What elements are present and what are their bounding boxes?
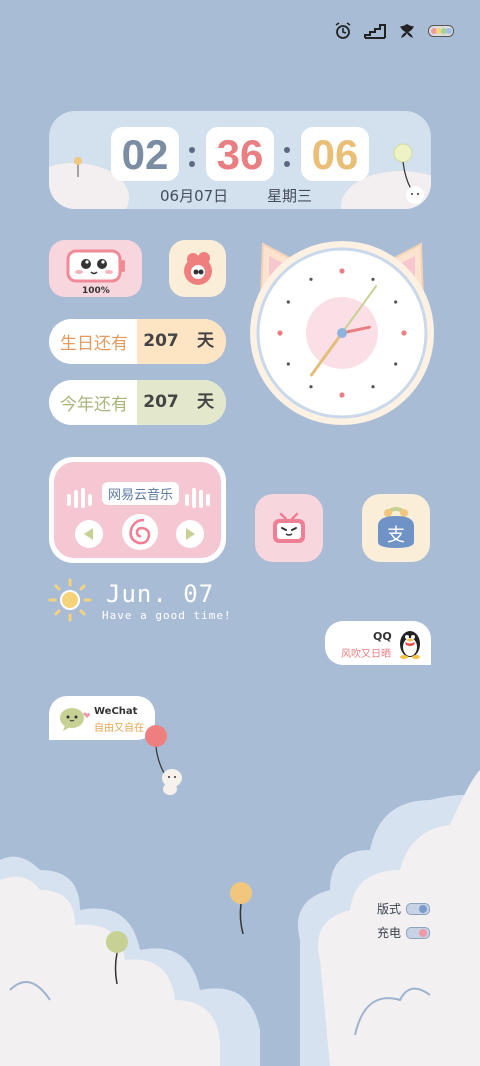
netease-logo-icon[interactable] xyxy=(120,512,160,552)
clock-tick xyxy=(277,330,283,336)
year-countdown-widget[interactable]: 今年还有 207 天 xyxy=(49,380,226,425)
weibo-app-icon[interactable] xyxy=(169,240,226,297)
leaf-icon xyxy=(400,24,414,38)
clock-tick xyxy=(309,385,313,389)
clock-minutes: 36 xyxy=(206,127,274,181)
orange-balloon-decoration xyxy=(230,882,252,935)
next-icon[interactable] xyxy=(175,519,205,549)
previous-icon[interactable] xyxy=(74,519,104,549)
green-balloon-decoration xyxy=(106,931,128,985)
clock-tick xyxy=(394,362,398,366)
clock-tick xyxy=(371,277,375,281)
cat-balloon-icon xyxy=(393,143,424,204)
qq-title: QQ xyxy=(373,630,392,643)
layout-toggle[interactable] xyxy=(406,903,430,915)
battery-percent: 100% xyxy=(82,286,110,296)
countdown-unit: 天 xyxy=(185,319,226,364)
countdown-label: 今年还有 xyxy=(60,395,128,415)
clock-tick xyxy=(286,362,290,366)
colon-dot xyxy=(284,147,290,153)
greeting-date: Jun. 07 xyxy=(106,580,215,608)
music-title: 网易云音乐 xyxy=(102,482,180,505)
clock-seconds: 06 xyxy=(301,127,369,181)
countdown-value: 207 xyxy=(137,319,185,364)
qq-widget[interactable]: QQ 风吹又日晒 xyxy=(325,621,431,665)
battery-widget[interactable]: 100% xyxy=(49,240,142,297)
music-panel: 网易云音乐 xyxy=(54,462,221,558)
countdown-label: 生日还有 xyxy=(60,334,128,354)
charging-toggle[interactable] xyxy=(406,927,430,939)
netease-music-widget[interactable]: 网易云音乐 xyxy=(49,457,226,563)
wechat-bubble-icon xyxy=(60,708,90,731)
birthday-countdown-widget[interactable]: 生日还有 207 天 xyxy=(49,319,226,364)
status-bar xyxy=(334,22,454,40)
alipay-purse-icon: 支 xyxy=(378,507,414,548)
clock-tick xyxy=(339,392,345,398)
clock-tick xyxy=(286,300,290,304)
clock-tick xyxy=(401,330,407,336)
equalizer-left-icon xyxy=(67,488,92,508)
clock-tick xyxy=(309,277,313,281)
battery-icon xyxy=(428,25,454,37)
svg-text:支: 支 xyxy=(387,525,405,546)
signal-stairs-icon xyxy=(364,24,386,39)
qq-subtitle: 风吹又日晒 xyxy=(341,649,391,660)
colon-dot xyxy=(189,161,195,167)
sun-icon xyxy=(48,578,92,622)
wechat-subtitle: 自由又自在 xyxy=(94,723,144,734)
colon-dot xyxy=(189,147,195,153)
bilibili-app-icon[interactable] xyxy=(255,494,323,562)
cat-balloon-decoration xyxy=(145,725,182,795)
qq-penguin-icon xyxy=(400,631,420,659)
wechat-widget[interactable]: WeChat 自由又自在 xyxy=(49,696,155,740)
bilibili-tv-icon xyxy=(273,512,305,543)
clock-date: 06月07日 xyxy=(160,187,229,205)
clock-tick xyxy=(371,385,375,389)
countdown-value: 207 xyxy=(137,380,185,425)
equalizer-right-icon xyxy=(185,488,210,508)
colon-dot xyxy=(284,161,290,167)
clock-tick xyxy=(394,300,398,304)
wechat-title: WeChat xyxy=(94,706,138,717)
small-balloon-icon xyxy=(74,157,82,177)
countdown-unit: 天 xyxy=(185,380,226,425)
greeting-message: Have a good time! xyxy=(102,609,232,622)
digital-clock-widget[interactable]: 02 36 06 06月07日 星期三 xyxy=(49,111,431,209)
analog-clock-widget[interactable] xyxy=(249,240,435,426)
charging-toggle-label: 充电 xyxy=(377,926,402,940)
clock-weekday: 星期三 xyxy=(267,187,313,205)
alarm-clock-icon xyxy=(335,22,351,39)
clock-tick xyxy=(339,268,345,274)
robot-face-icon xyxy=(66,249,125,283)
alipay-app-icon[interactable]: 支 xyxy=(362,494,430,562)
clock-hours: 02 xyxy=(111,127,179,181)
layout-toggle-label: 版式 xyxy=(377,902,402,916)
weibo-icon xyxy=(184,252,212,285)
